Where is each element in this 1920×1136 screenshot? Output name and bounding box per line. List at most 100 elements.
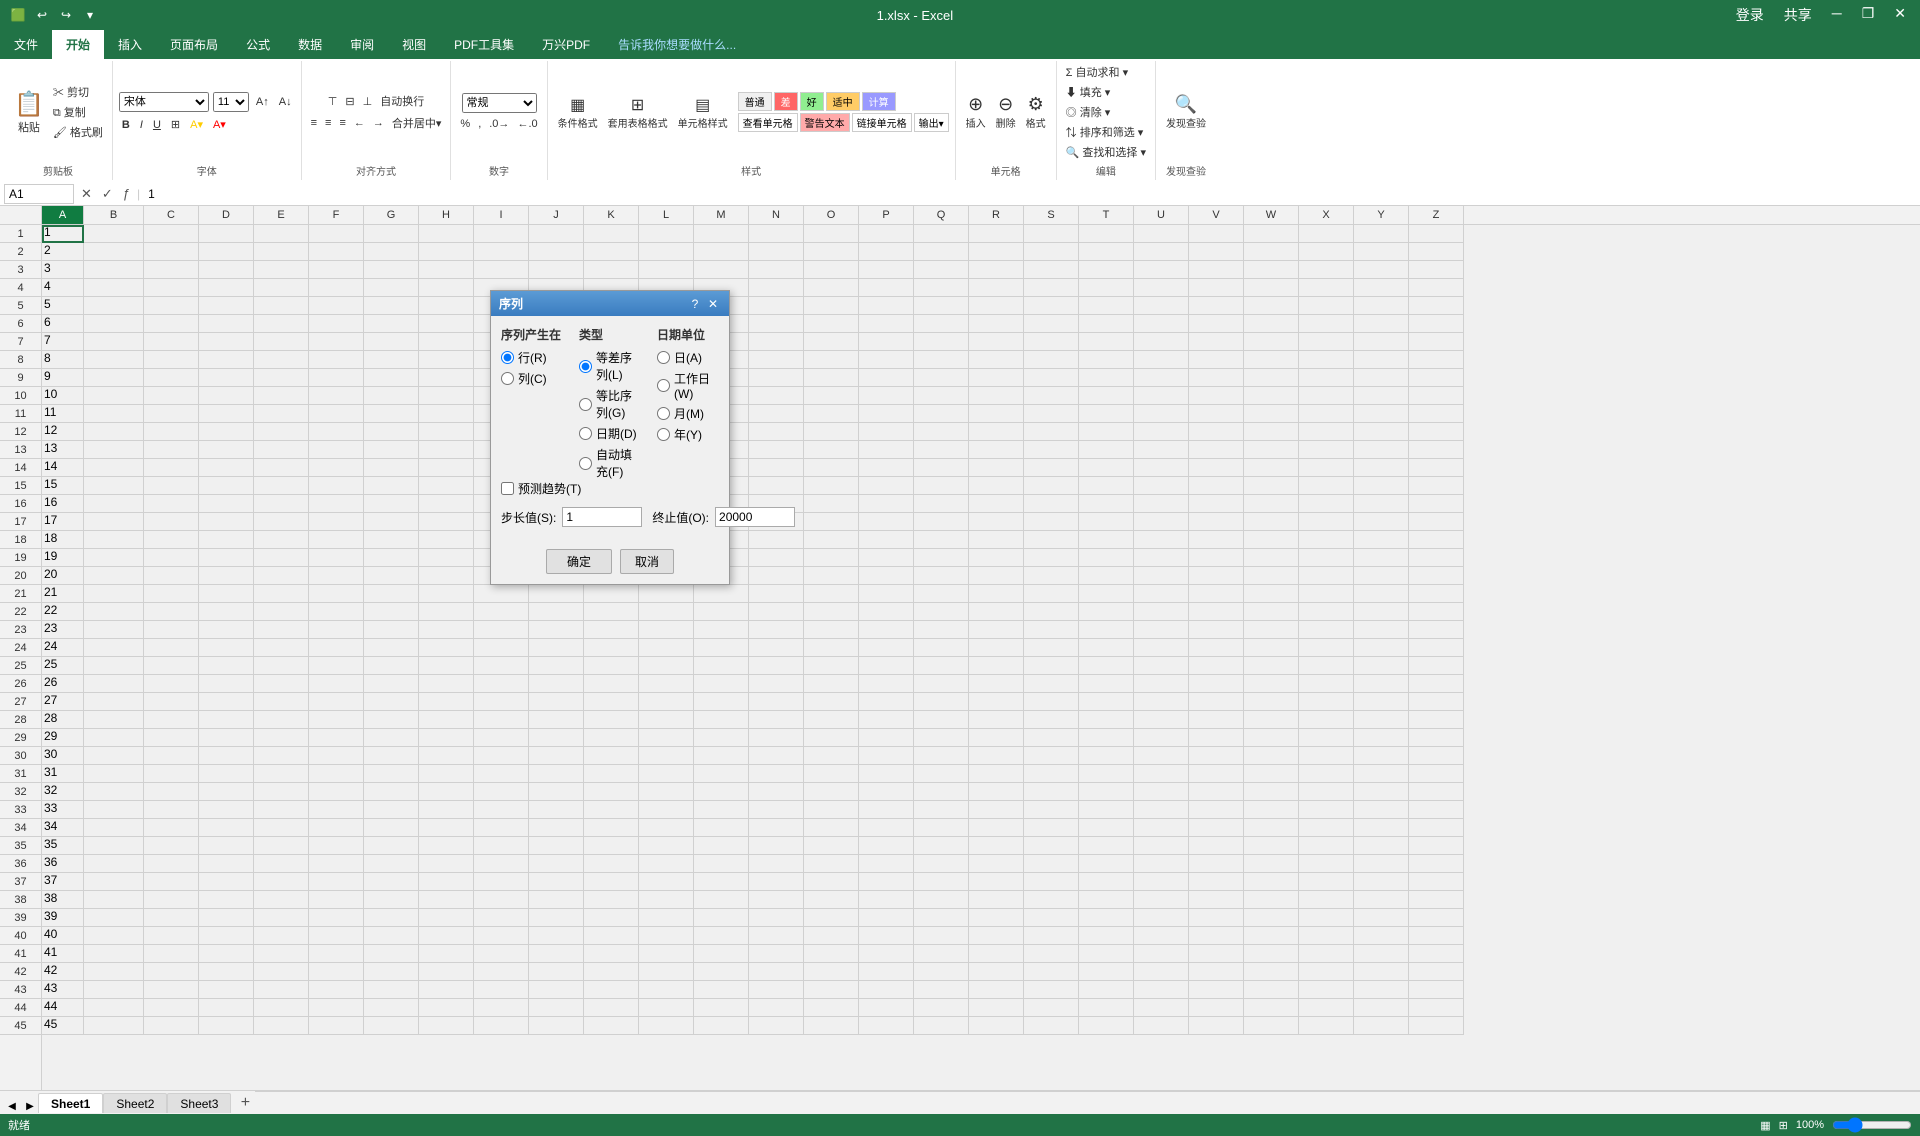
col-header-N[interactable]: N: [749, 206, 804, 224]
cell-R20[interactable]: [969, 567, 1024, 585]
cell-B32[interactable]: [84, 783, 144, 801]
cell-Q14[interactable]: [914, 459, 969, 477]
cell-R38[interactable]: [969, 891, 1024, 909]
cell-J30[interactable]: [529, 747, 584, 765]
source-row-radio[interactable]: [501, 351, 514, 364]
cell-M2[interactable]: [694, 243, 749, 261]
cell-X5[interactable]: [1299, 297, 1354, 315]
cell-U40[interactable]: [1134, 927, 1189, 945]
row-num-22[interactable]: 22: [0, 603, 41, 621]
cell-V41[interactable]: [1189, 945, 1244, 963]
cell-N39[interactable]: [749, 909, 804, 927]
cell-V32[interactable]: [1189, 783, 1244, 801]
cell-U17[interactable]: [1134, 513, 1189, 531]
cell-L38[interactable]: [639, 891, 694, 909]
check-cell-button[interactable]: 查看单元格: [738, 113, 798, 132]
cell-A8[interactable]: 8: [42, 351, 84, 369]
cell-C22[interactable]: [144, 603, 199, 621]
cell-O25[interactable]: [804, 657, 859, 675]
cell-J32[interactable]: [529, 783, 584, 801]
cell-R31[interactable]: [969, 765, 1024, 783]
cell-N23[interactable]: [749, 621, 804, 639]
cell-G42[interactable]: [364, 963, 419, 981]
cell-P39[interactable]: [859, 909, 914, 927]
font-family-select[interactable]: 宋体: [119, 92, 209, 112]
cell-K26[interactable]: [584, 675, 639, 693]
cell-L45[interactable]: [639, 1017, 694, 1035]
cell-Q41[interactable]: [914, 945, 969, 963]
cell-Z23[interactable]: [1409, 621, 1464, 639]
col-header-E[interactable]: E: [254, 206, 309, 224]
cell-D4[interactable]: [199, 279, 254, 297]
cell-S30[interactable]: [1024, 747, 1079, 765]
cell-C32[interactable]: [144, 783, 199, 801]
number-format-select[interactable]: 常规: [462, 93, 537, 113]
cell-G12[interactable]: [364, 423, 419, 441]
cell-P19[interactable]: [859, 549, 914, 567]
warning-text-button[interactable]: 警告文本: [800, 113, 850, 132]
cell-B36[interactable]: [84, 855, 144, 873]
cell-U36[interactable]: [1134, 855, 1189, 873]
cell-X17[interactable]: [1299, 513, 1354, 531]
wrap-text-button[interactable]: 自动换行: [377, 92, 427, 110]
cell-N28[interactable]: [749, 711, 804, 729]
cell-B30[interactable]: [84, 747, 144, 765]
cell-V37[interactable]: [1189, 873, 1244, 891]
cell-A3[interactable]: 3: [42, 261, 84, 279]
cell-H40[interactable]: [419, 927, 474, 945]
sheet-tab-2[interactable]: Sheet2: [103, 1093, 167, 1113]
cell-Y34[interactable]: [1354, 819, 1409, 837]
cell-Q35[interactable]: [914, 837, 969, 855]
cell-J21[interactable]: [529, 585, 584, 603]
cell-P41[interactable]: [859, 945, 914, 963]
cell-I30[interactable]: [474, 747, 529, 765]
cell-V29[interactable]: [1189, 729, 1244, 747]
cell-Q12[interactable]: [914, 423, 969, 441]
cell-V35[interactable]: [1189, 837, 1244, 855]
cell-S5[interactable]: [1024, 297, 1079, 315]
cell-H5[interactable]: [419, 297, 474, 315]
cell-T42[interactable]: [1079, 963, 1134, 981]
col-header-L[interactable]: L: [639, 206, 694, 224]
cell-S31[interactable]: [1024, 765, 1079, 783]
cell-V6[interactable]: [1189, 315, 1244, 333]
cell-G24[interactable]: [364, 639, 419, 657]
cut-button[interactable]: ✂ 剪切: [50, 83, 106, 101]
cell-F9[interactable]: [309, 369, 364, 387]
row-num-25[interactable]: 25: [0, 657, 41, 675]
cell-C13[interactable]: [144, 441, 199, 459]
cell-I21[interactable]: [474, 585, 529, 603]
cell-E40[interactable]: [254, 927, 309, 945]
cell-D37[interactable]: [199, 873, 254, 891]
cell-H44[interactable]: [419, 999, 474, 1017]
cell-B21[interactable]: [84, 585, 144, 603]
cell-N7[interactable]: [749, 333, 804, 351]
col-header-W[interactable]: W: [1244, 206, 1299, 224]
row-num-18[interactable]: 18: [0, 531, 41, 549]
cell-H25[interactable]: [419, 657, 474, 675]
cell-E8[interactable]: [254, 351, 309, 369]
cell-M35[interactable]: [694, 837, 749, 855]
cell-Y12[interactable]: [1354, 423, 1409, 441]
cell-I39[interactable]: [474, 909, 529, 927]
cell-F37[interactable]: [309, 873, 364, 891]
cell-B29[interactable]: [84, 729, 144, 747]
cell-T15[interactable]: [1079, 477, 1134, 495]
link-cell-button[interactable]: 链接单元格: [852, 113, 912, 132]
cell-U30[interactable]: [1134, 747, 1189, 765]
row-num-3[interactable]: 3: [0, 261, 41, 279]
cell-W39[interactable]: [1244, 909, 1299, 927]
cell-Z1[interactable]: [1409, 225, 1464, 243]
cell-T39[interactable]: [1079, 909, 1134, 927]
cell-M45[interactable]: [694, 1017, 749, 1035]
type-autofill-radio[interactable]: [579, 457, 592, 470]
cell-C18[interactable]: [144, 531, 199, 549]
cell-X4[interactable]: [1299, 279, 1354, 297]
cell-C11[interactable]: [144, 405, 199, 423]
cell-W36[interactable]: [1244, 855, 1299, 873]
cell-A15[interactable]: 15: [42, 477, 84, 495]
cell-J40[interactable]: [529, 927, 584, 945]
cell-X28[interactable]: [1299, 711, 1354, 729]
cell-R29[interactable]: [969, 729, 1024, 747]
cell-D15[interactable]: [199, 477, 254, 495]
